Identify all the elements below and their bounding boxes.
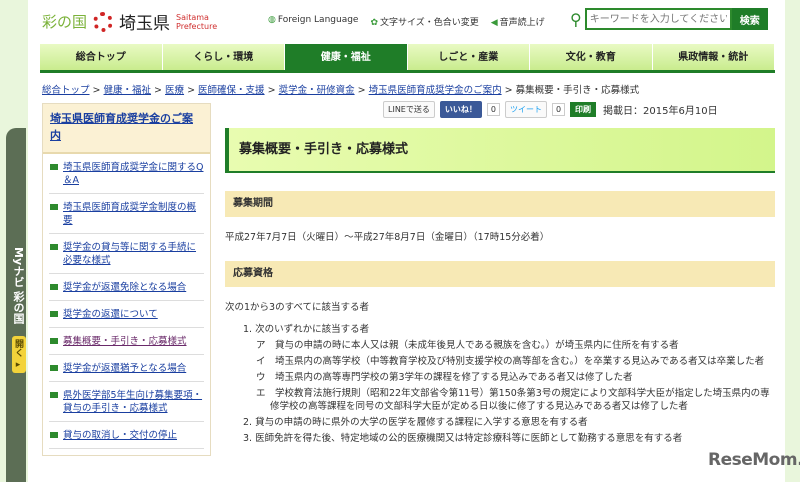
list-item: 1. 次のいずれかに該当する者 ア 貸与の申請の時に本人又は親（未成年後見人であ… [243, 323, 775, 413]
sidebar-link[interactable]: 奨学金が返還猶予となる場合 [63, 363, 186, 374]
breadcrumb-link[interactable]: 健康・福祉 [104, 85, 152, 96]
tweet-button[interactable]: ツイート [504, 101, 547, 118]
sub-item: ウ 埼玉県内の高等専門学校の第3学年の課程を修了する見込みである者又は修了した者 [256, 372, 633, 383]
link-label: Foreign Language [277, 15, 359, 25]
sidebar-item: 埼玉県医師育成奨学金制度の概要 [49, 194, 204, 234]
breadcrumb-link[interactable]: 埼玉県医師育成奨学金のご案内 [369, 85, 502, 96]
intro-text: 次の1から3のすべてに該当する者 [225, 302, 370, 313]
section-heading: 募集期間 [225, 191, 775, 217]
logo-sainokuni: 彩の国 [42, 13, 88, 31]
foreign-language-link[interactable]: ◍ Foreign Language [268, 15, 358, 28]
breadcrumb-link[interactable]: 医師確保・支援 [198, 85, 265, 96]
search-icon: ⚲ [570, 9, 582, 29]
sidebar-link[interactable]: 埼玉県医師育成奨学金に関するQ＆A [63, 162, 203, 186]
sidebar-item: 奨学金が返還免除となる場合 [49, 274, 204, 301]
sidebar-item: 奨学金の貸与等に関する手続に必要な様式 [49, 234, 204, 274]
tweet-count: 0 [551, 103, 566, 116]
print-button[interactable]: 印刷 [570, 102, 597, 117]
breadcrumb: 総合トップ > 健康・福祉 > 医療 > 医師確保・支援 > 奨学金・研修資金 … [42, 85, 640, 96]
main-content: 募集概要・手引き・応募様式 募集期間 平成27年7月7日（火曜日）～平成27年8… [225, 128, 775, 448]
search-bar: ⚲ 検索 [570, 8, 768, 30]
sidebar-link[interactable]: 奨学金の返還について [63, 309, 158, 320]
sidebar-item: 奨学金の返還について [49, 301, 204, 328]
nav-culture[interactable]: 文化・教育 [530, 44, 653, 70]
sub-item: エ 学校教育法施行規則（昭和22年文部省令第11号）第150条第3号の規定により… [256, 388, 770, 412]
breadcrumb-current: 募集概要・手引き・応募様式 [515, 85, 640, 96]
resemom-watermark: ReseMom. [708, 450, 800, 470]
logo-en-2: Prefecture [176, 21, 218, 31]
mynavi-open-button[interactable]: 開く ▸ [12, 335, 26, 374]
sidebar-title-link[interactable]: 埼玉県医師育成奨学金のご案内 [50, 112, 193, 142]
item-text: 1. 次のいずれかに該当する者 [243, 324, 370, 335]
text-to-speech-link[interactable]: ◀ 音声読上げ [491, 15, 545, 28]
period-text: 平成27年7月7日（火曜日）～平成27年8月7日（金曜日）（17時15分必着） [225, 232, 550, 243]
sidebar-item: 貸与の取消し・交付の停止 [49, 422, 204, 449]
search-input[interactable] [584, 8, 732, 30]
link-label: 音声読上げ [499, 18, 545, 28]
publish-date: 掲載日：2015年6月10日 [603, 106, 718, 117]
nav-living[interactable]: くらし・環境 [162, 44, 285, 70]
logo-en-1: Saitama [176, 12, 209, 22]
share-bar: LINEで送る いいね！ 0 ツイート 0 印刷 掲載日：2015年6月10日 [383, 101, 718, 118]
sidebar-link[interactable]: 奨学金が返還免除となる場合 [63, 282, 186, 293]
sidebar-link[interactable]: 埼玉県医師育成奨学金制度の概要 [63, 202, 196, 226]
global-nav: 総合トップ くらし・環境 健康・福祉 しごと・産業 文化・教育 県政情報・統計 [40, 44, 775, 73]
logo-saitama: 埼玉県 [119, 14, 171, 34]
logo-en: Saitama Prefecture [176, 13, 217, 31]
requirements-list: 1. 次のいずれかに該当する者 ア 貸与の申請の時に本人又は親（未成年後見人であ… [243, 323, 775, 445]
sidebar-item-current: 募集概要・手引き・応募様式 [49, 328, 204, 355]
like-count: 0 [486, 103, 500, 116]
font-size-color-link[interactable]: ✿ 文字サイズ・色合い変更 [370, 15, 478, 28]
site-logo[interactable]: 彩の国 埼玉県 Saitama Prefecture [42, 9, 217, 34]
list-item: 3. 医師免許を得た後、特定地域の公的医療機関又は特定診療科等に医師として勤務す… [243, 433, 683, 444]
nav-government[interactable]: 県政情報・統計 [652, 44, 775, 70]
search-button[interactable]: 検索 [731, 8, 768, 30]
sidebar-item: 奨学金が返還猶予となる場合 [49, 355, 204, 382]
sidebar-link[interactable]: 募集概要・手引き・応募様式 [63, 336, 187, 347]
nav-health[interactable]: 健康・福祉 [285, 44, 408, 70]
mynavi-tab[interactable]: Myナビ 彩の国開く ▸ [6, 128, 26, 482]
speaker-icon: ◀ [490, 18, 498, 28]
breadcrumb-link[interactable]: 医療 [165, 85, 184, 96]
sub-item: ア 貸与の申請の時に本人又は親（未成年後見人である親族を含む。）が埼玉県内に住所… [256, 340, 679, 351]
breadcrumb-link[interactable]: 奨学金・研修資金 [279, 85, 355, 96]
section-heading: 応募資格 [225, 261, 775, 287]
globe-icon: ◍ [268, 15, 276, 25]
facebook-like-button[interactable]: いいね！ [439, 101, 482, 118]
sidebar-title: 埼玉県医師育成奨学金のご案内 [43, 104, 210, 154]
sidebar-item: 埼玉県医師育成奨学金に関するQ＆A [49, 154, 204, 194]
nav-work[interactable]: しごと・産業 [407, 44, 530, 70]
gear-icon: ✿ [370, 18, 379, 28]
sidebar-item: 県外医学部5年生向け募集要項・貸与の手引き・応募様式 [49, 382, 204, 422]
sub-item: イ 埼玉県内の高等学校（中等教育学校及び特別支援学校の高等部を含む。）を卒業する… [256, 356, 765, 367]
sidebar-link[interactable]: 県外医学部5年生向け募集要項・貸与の手引き・応募様式 [63, 390, 202, 414]
page-title: 募集概要・手引き・応募様式 [225, 128, 775, 173]
mynavi-label: Myナビ 彩の国 [12, 246, 25, 324]
prefecture-emblem-icon [93, 11, 114, 32]
link-label: 文字サイズ・色合い変更 [380, 18, 479, 28]
nav-top[interactable]: 総合トップ [40, 44, 163, 70]
sub-list: ア 貸与の申請の時に本人又は親（未成年後見人である親族を含む。）が埼玉県内に住所… [256, 339, 775, 413]
line-button[interactable]: LINEで送る [383, 101, 435, 118]
list-item: 2. 貸与の申請の時に県外の大学の医学を履修する課程に入学する意思を有する者 [243, 417, 588, 428]
breadcrumb-link[interactable]: 総合トップ [42, 85, 90, 96]
sidebar-link[interactable]: 奨学金の貸与等に関する手続に必要な様式 [63, 242, 196, 266]
sidebar: 埼玉県医師育成奨学金のご案内 埼玉県医師育成奨学金に関するQ＆A 埼玉県医師育成… [42, 103, 211, 456]
header-links: ◍ Foreign Language ✿ 文字サイズ・色合い変更 ◀ 音声読上げ [268, 15, 545, 28]
sidebar-link[interactable]: 貸与の取消し・交付の停止 [63, 430, 177, 441]
